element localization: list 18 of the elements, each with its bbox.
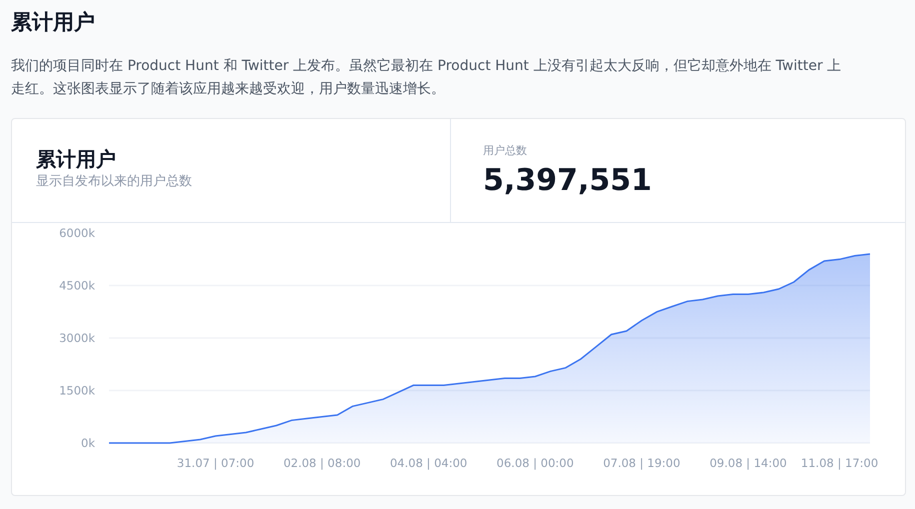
x-axis-label: 04.08 | 04:00 <box>390 456 468 470</box>
description-paragraph: 我们的项目同时在 Product Hunt 和 Twitter 上发布。虽然它最初在 Product Hunt 上没有引起太大反响，但它却意外地在 Twitter 上走红。这张图表显示了随着该应用越来越受欢迎，用户数量迅速增长。 <box>11 57 842 99</box>
x-axis-label: 02.08 | 08:00 <box>283 456 361 470</box>
x-axis-label: 11.08 | 17:00 <box>800 456 878 470</box>
y-axis-label: 4500k <box>59 278 95 292</box>
y-axis-label: 0k <box>81 436 95 450</box>
y-axis-label: 1500k <box>59 384 95 398</box>
x-axis-label: 07.08 | 19:00 <box>603 456 680 470</box>
y-axis-label: 6000k <box>59 226 95 240</box>
x-axis-label: 06.08 | 00:00 <box>496 456 574 470</box>
x-axis-label: 31.07 | 07:00 <box>176 456 254 470</box>
stat-value: 5,397,551 <box>483 163 652 199</box>
y-axis-label: 3000k <box>59 331 95 345</box>
x-axis-label: 09.08 | 14:00 <box>710 456 787 470</box>
card-title: 累计用户 <box>36 146 117 173</box>
card-subtitle: 显示自发布以来的用户总数 <box>36 173 193 191</box>
stat-label: 用户总数 <box>483 143 528 159</box>
page-title: 累计用户 <box>11 9 96 36</box>
